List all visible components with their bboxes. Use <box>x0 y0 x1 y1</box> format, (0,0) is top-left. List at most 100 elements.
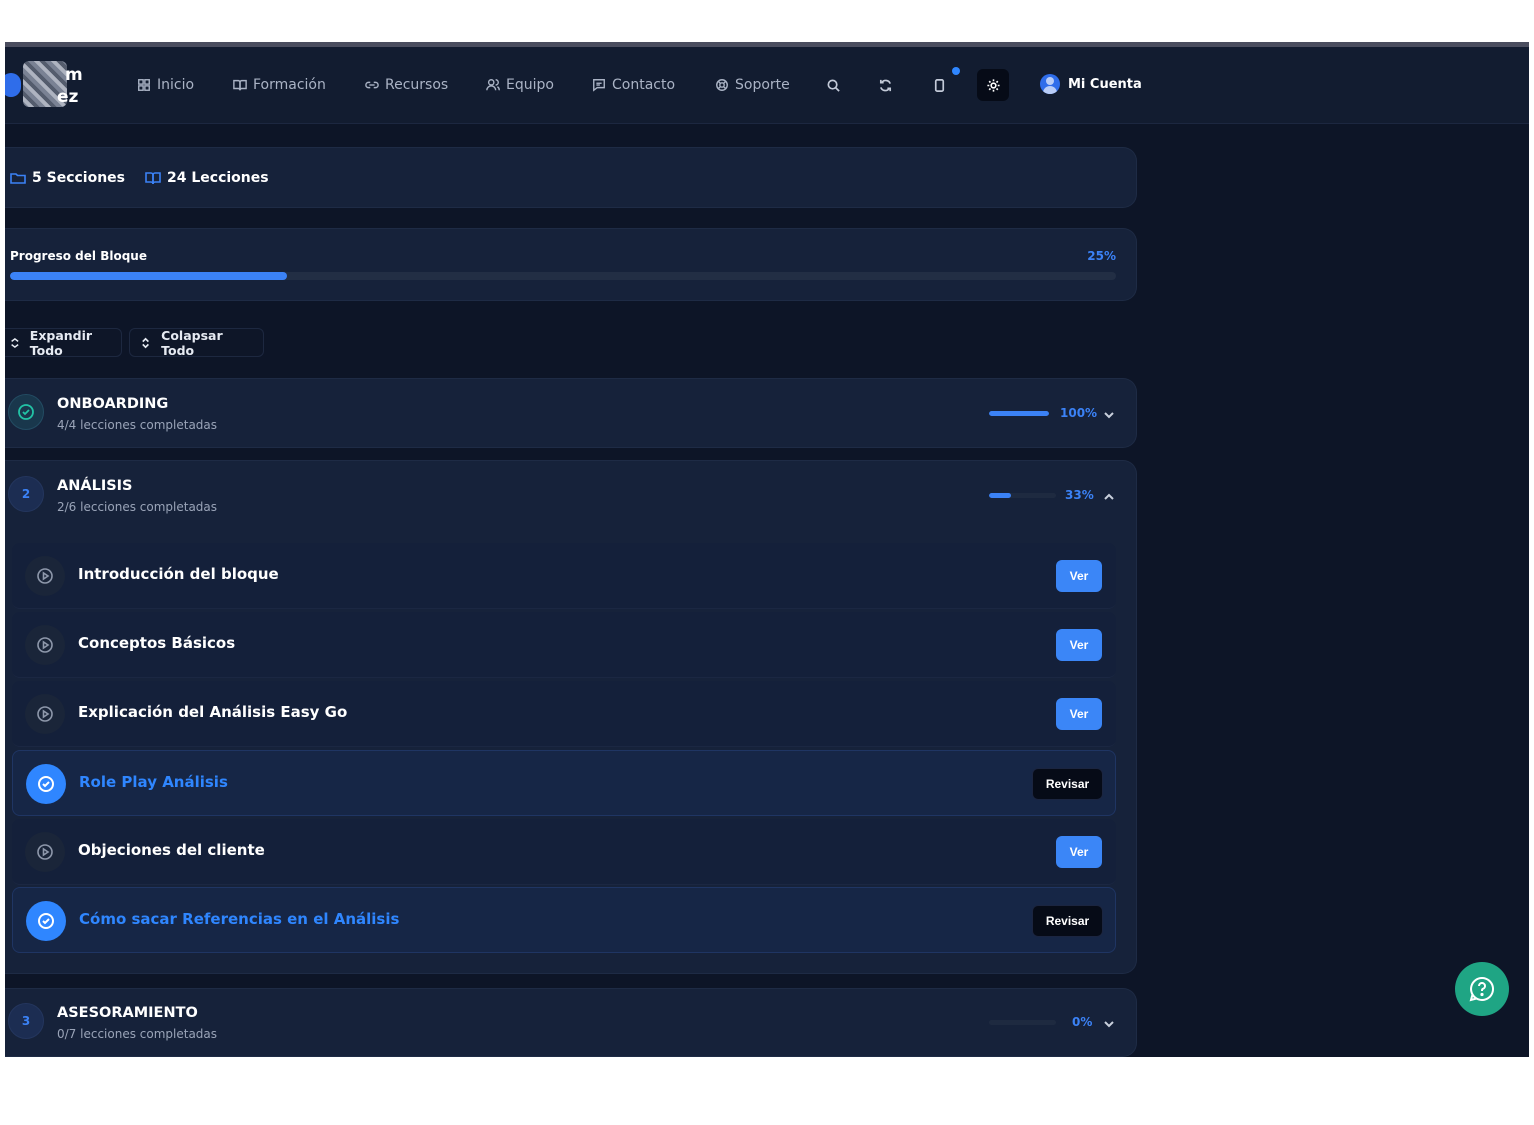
logo-text-line1: m <box>65 65 83 85</box>
theme-toggle-button[interactable] <box>977 69 1009 101</box>
play-circle-icon <box>37 568 53 584</box>
sun-icon <box>986 78 1000 92</box>
nav-label: Equipo <box>506 77 554 93</box>
nav-item-contacto[interactable]: Contacto <box>592 75 675 95</box>
lesson-item[interactable]: Objeciones del cliente Ver <box>12 819 1116 885</box>
progress-bar-fill <box>10 272 287 280</box>
chevron-down-icon <box>1104 1021 1114 1028</box>
avatar-icon <box>1040 74 1060 94</box>
progress-percent: 25% <box>1087 249 1116 263</box>
nav-label: Inicio <box>157 77 195 93</box>
sections-count-label: 5 Secciones <box>32 169 126 186</box>
navbar: m ez Inicio Formación Recursos Equipo Co… <box>5 47 1529 124</box>
section-toggle[interactable] <box>1103 406 1117 420</box>
block-progress-panel: Progreso del Bloque 25% <box>5 228 1137 301</box>
nav-item-formacion[interactable]: Formación <box>233 75 326 95</box>
section-progress-bar <box>989 493 1056 498</box>
sections-count: 5 Secciones <box>10 170 125 186</box>
section-header[interactable]: ONBOARDING 4/4 lecciones completadas 100… <box>5 380 1137 446</box>
nav-item-recursos[interactable]: Recursos <box>365 75 448 95</box>
lesson-title: Objeciones del cliente <box>78 841 265 859</box>
lesson-title: Role Play Análisis <box>79 773 228 791</box>
check-circle-icon <box>38 913 54 929</box>
expand-all-label: Expandir Todo <box>29 327 93 358</box>
section-percent: 100% <box>1060 406 1098 420</box>
link-icon <box>365 81 379 89</box>
expand-icon <box>11 337 19 348</box>
section-number: 3 <box>8 1003 44 1039</box>
lessons-count-label: 24 Lecciones <box>167 169 269 186</box>
logo[interactable]: m ez <box>5 61 85 107</box>
stats-panel: 5 Secciones 24 Lecciones <box>5 147 1137 208</box>
collapse-all-label: Colapsar Todo <box>161 327 223 358</box>
check-circle-icon <box>38 776 54 792</box>
section-title: ANÁLISIS <box>57 478 133 494</box>
section-subtitle: 2/6 lecciones completadas <box>57 500 218 514</box>
play-circle-icon <box>37 844 53 860</box>
refresh-button[interactable] <box>874 74 896 96</box>
lesson-status <box>25 832 65 872</box>
section-header[interactable]: 3 ASESORAMIENTO 0/7 lecciones completada… <box>5 989 1137 1055</box>
progress-bar <box>10 272 1116 280</box>
nav-item-soporte[interactable]: Soporte <box>715 75 790 95</box>
lesson-item[interactable]: Explicación del Análisis Easy Go Ver <box>12 681 1116 747</box>
lifebuoy-icon <box>716 79 728 91</box>
notification-dot <box>952 67 960 75</box>
lesson-title: Explicación del Análisis Easy Go <box>78 703 348 721</box>
phone-icon <box>934 78 944 92</box>
section-onboarding: ONBOARDING 4/4 lecciones completadas 100… <box>5 378 1137 448</box>
section-toggle[interactable] <box>1103 1015 1117 1029</box>
review-lesson-button[interactable]: Revisar <box>1032 768 1103 800</box>
nav-label: Soporte <box>735 77 790 93</box>
search-icon <box>827 79 840 92</box>
help-chat-icon <box>1469 976 1494 1002</box>
users-icon <box>486 79 500 91</box>
progress-label: Progreso del Bloque <box>10 249 147 263</box>
app-window: m ez Inicio Formación Recursos Equipo Co… <box>5 42 1529 1057</box>
view-lesson-button[interactable]: Ver <box>1056 698 1102 730</box>
section-asesoramiento: 3 ASESORAMIENTO 0/7 lecciones completada… <box>5 988 1137 1057</box>
phone-button[interactable] <box>928 74 950 96</box>
section-percent: 0% <box>1072 1015 1093 1029</box>
section-subtitle: 0/7 lecciones completadas <box>57 1027 218 1041</box>
lesson-title: Cómo sacar Referencias en el Análisis <box>79 910 400 928</box>
section-status <box>8 394 44 430</box>
section-progress-bar <box>989 1020 1056 1025</box>
lesson-status <box>25 625 65 665</box>
lesson-item[interactable]: Conceptos Básicos Ver <box>12 612 1116 678</box>
nav-item-inicio[interactable]: Inicio <box>137 75 194 95</box>
lesson-status <box>26 764 66 804</box>
section-subtitle: 4/4 lecciones completadas <box>57 418 218 432</box>
chevron-down-icon <box>1104 412 1114 419</box>
folder-icon <box>10 172 26 184</box>
lesson-status <box>26 901 66 941</box>
section-toggle[interactable] <box>1103 488 1117 502</box>
section-analisis: 2 ANÁLISIS 2/6 lecciones completadas 33%… <box>5 460 1137 974</box>
nav-label: Contacto <box>612 77 676 93</box>
collapse-all-button[interactable]: Colapsar Todo <box>129 327 264 358</box>
search-button[interactable] <box>822 74 844 96</box>
chevron-up-icon <box>1104 493 1114 500</box>
review-lesson-button[interactable]: Revisar <box>1032 905 1103 937</box>
nav-label: Recursos <box>385 77 449 93</box>
view-lesson-button[interactable]: Ver <box>1056 836 1102 868</box>
lesson-item-completed[interactable]: Role Play Análisis Revisar <box>12 750 1116 816</box>
check-circle-icon <box>18 404 34 420</box>
account-menu[interactable]: Mi Cuenta <box>1040 74 1142 94</box>
view-lesson-button[interactable]: Ver <box>1056 629 1102 661</box>
nav-label: Formación <box>253 77 326 93</box>
lesson-item[interactable]: Introducción del bloque Ver <box>12 543 1116 609</box>
book-icon <box>233 79 247 91</box>
refresh-icon <box>879 79 891 91</box>
expand-all-button[interactable]: Expandir Todo <box>5 327 122 358</box>
section-number: 2 <box>8 476 44 512</box>
lesson-item-completed[interactable]: Cómo sacar Referencias en el Análisis Re… <box>12 887 1116 953</box>
book-icon <box>145 171 161 184</box>
view-lesson-button[interactable]: Ver <box>1056 560 1102 592</box>
lesson-status <box>25 694 65 734</box>
section-header[interactable]: 2 ANÁLISIS 2/6 lecciones completadas 33% <box>5 462 1137 528</box>
nav-item-equipo[interactable]: Equipo <box>486 75 554 95</box>
help-chat-button[interactable] <box>1455 962 1509 1016</box>
section-percent: 33% <box>1065 488 1094 502</box>
section-progress-fill <box>989 493 1012 498</box>
